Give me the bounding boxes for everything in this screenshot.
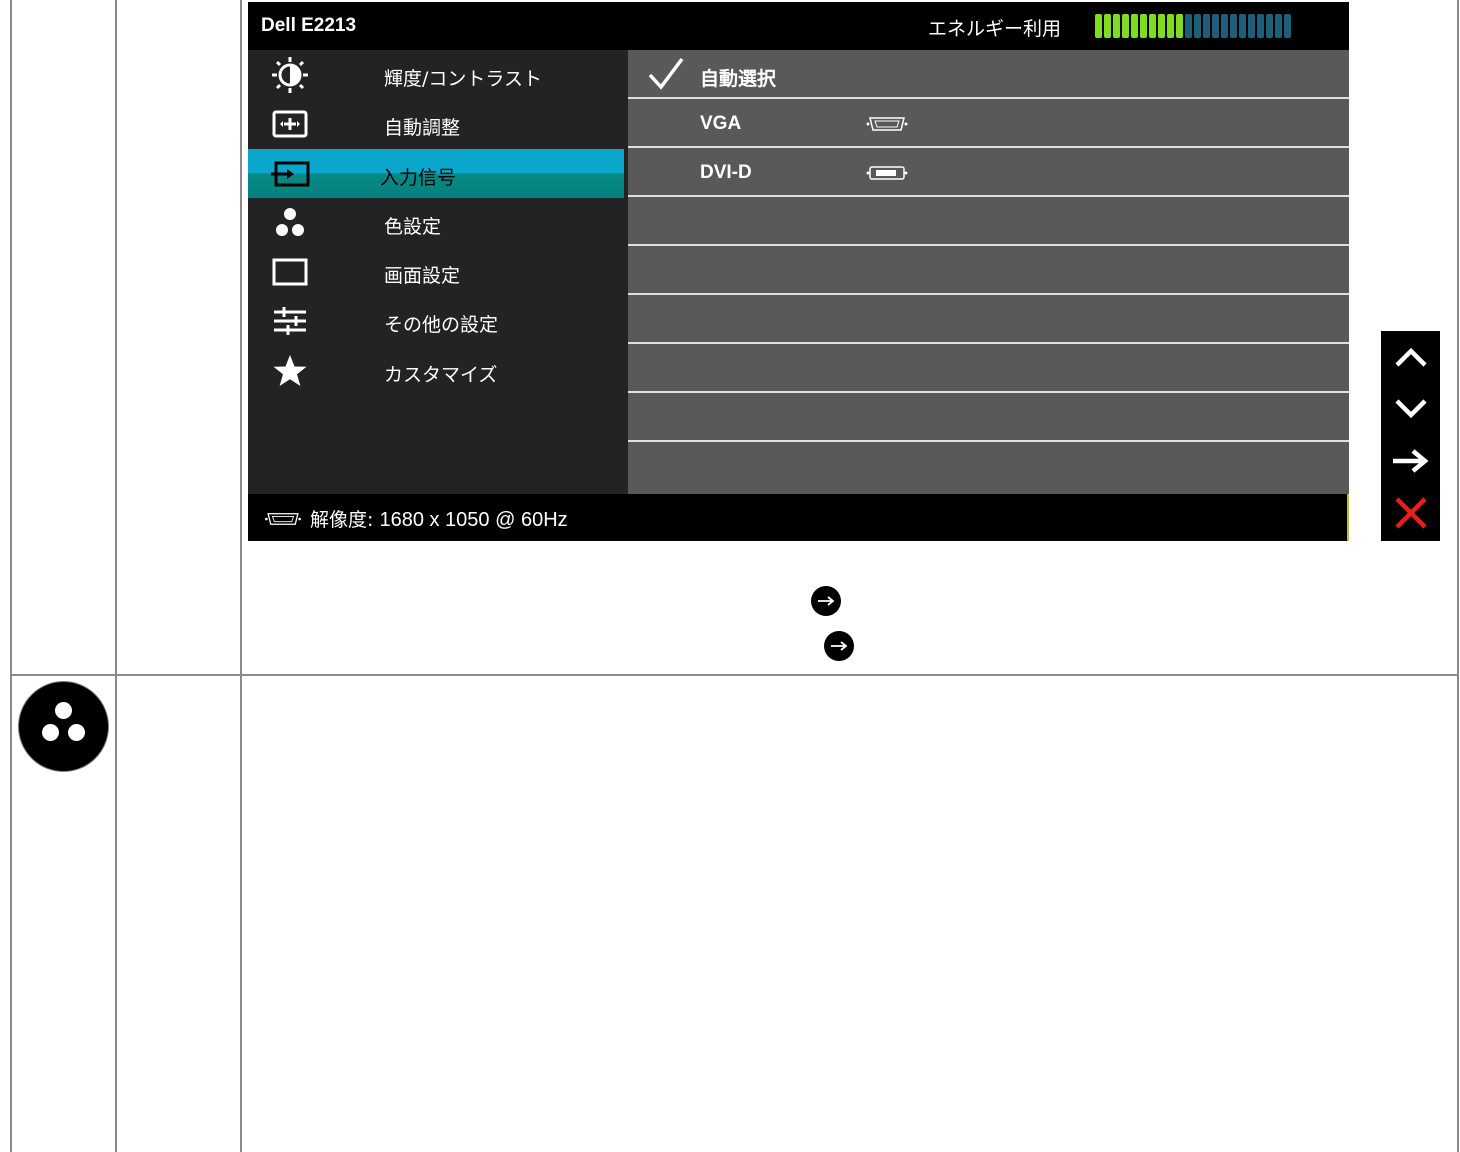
- monitor-button-panel: [1381, 331, 1440, 541]
- down-button[interactable]: [1381, 383, 1440, 435]
- checkmark-icon: [648, 57, 684, 90]
- energy-meter-segment: [1176, 14, 1183, 38]
- energy-meter-segment: [1122, 14, 1129, 38]
- resolution-label: 解像度:: [310, 509, 374, 531]
- osd-main-menu: 輝度/コントラスト 自動調整 入力信号 色設定 画面設定 その他の設定 カスタマ…: [248, 50, 626, 494]
- menu-item-label: 画面設定: [384, 265, 461, 287]
- dvi-connector-icon: [866, 166, 908, 180]
- energy-meter-segment: [1113, 14, 1120, 38]
- submenu-item-label: VGA: [700, 113, 742, 134]
- energy-meter-segment: [1185, 14, 1192, 38]
- submenu-item-label: 自動選択: [700, 68, 777, 90]
- arrow-right-icon: [824, 631, 854, 661]
- monitor-model: Dell E2213: [261, 15, 357, 36]
- energy-meter-segment: [1149, 14, 1156, 38]
- energy-meter-segment: [1212, 14, 1219, 38]
- menu-item-color-settings[interactable]: 色設定: [248, 198, 626, 247]
- menu-item-input-source[interactable]: 入力信号: [248, 149, 624, 198]
- table-row-divider: [10, 674, 1459, 676]
- energy-meter-segment: [1194, 14, 1201, 38]
- up-arrow-icon: [1394, 347, 1427, 367]
- energy-meter-segment: [1095, 14, 1102, 38]
- vga-connector-icon: [866, 117, 908, 131]
- osd-footer: 解像度: 1680 x 1050 @ 60Hz: [248, 494, 1349, 541]
- display-settings-icon: [270, 255, 310, 289]
- submenu-empty-row: [628, 295, 1349, 344]
- enter-button[interactable]: [1381, 435, 1440, 487]
- menu-item-auto-adjust[interactable]: 自動調整: [248, 99, 626, 148]
- table-border-col1: [115, 0, 117, 1152]
- submenu-empty-row: [628, 197, 1349, 246]
- submenu-item-label: DVI-D: [700, 162, 752, 183]
- energy-meter-segment: [1284, 14, 1291, 38]
- submenu-item-auto-select[interactable]: 自動選択: [628, 50, 1349, 99]
- star-icon: [270, 354, 310, 388]
- vga-connector-icon: [265, 513, 301, 525]
- menu-item-label: 入力信号: [380, 167, 457, 189]
- submenu-empty-row: [628, 442, 1349, 494]
- down-arrow-icon: [1394, 399, 1427, 419]
- energy-meter-segment: [1230, 14, 1237, 38]
- submenu-empty-row: [628, 344, 1349, 393]
- up-button[interactable]: [1381, 331, 1440, 383]
- energy-meter: [1095, 14, 1291, 38]
- submenu-empty-row: [628, 246, 1349, 295]
- other-settings-icon: [270, 304, 310, 338]
- arrow-right-icon: [811, 586, 841, 616]
- footer-accent: [1347, 494, 1349, 541]
- menu-item-label: 色設定: [384, 216, 442, 238]
- submenu-item-dvi-d[interactable]: DVI-D: [628, 148, 1349, 197]
- table-border-left: [10, 0, 12, 1152]
- osd-header: Dell E2213 エネルギー利用: [248, 2, 1349, 50]
- exit-button[interactable]: [1381, 487, 1440, 539]
- auto-adjust-icon: [270, 107, 310, 141]
- energy-meter-segment: [1131, 14, 1138, 38]
- menu-item-label: 自動調整: [384, 117, 461, 139]
- osd-submenu: 自動選択 VGA DVI-D: [628, 50, 1349, 494]
- close-icon: [1394, 497, 1427, 529]
- menu-item-brightness-contrast[interactable]: 輝度/コントラスト: [248, 50, 626, 99]
- menu-item-other-settings[interactable]: その他の設定: [248, 296, 626, 345]
- resolution-value: 1680 x 1050 @ 60Hz: [379, 509, 568, 531]
- energy-meter-segment: [1158, 14, 1165, 38]
- input-source-icon: [270, 157, 310, 191]
- osd-menu: Dell E2213 エネルギー利用 輝度/コントラスト 自動調整 入力信号 色…: [248, 2, 1349, 541]
- energy-meter-segment: [1239, 14, 1246, 38]
- energy-meter-segment: [1167, 14, 1174, 38]
- energy-meter-segment: [1104, 14, 1111, 38]
- menu-item-display-settings[interactable]: 画面設定: [248, 247, 626, 296]
- energy-use-label: エネルギー利用: [928, 18, 1062, 40]
- right-arrow-icon: [1392, 449, 1429, 473]
- menu-item-label: カスタマイズ: [384, 364, 498, 386]
- energy-meter-segment: [1203, 14, 1210, 38]
- energy-meter-segment: [1257, 14, 1264, 38]
- color-settings-icon: [270, 206, 310, 240]
- submenu-item-vga[interactable]: VGA: [628, 99, 1349, 148]
- energy-meter-segment: [1248, 14, 1255, 38]
- color-settings-icon: [18, 681, 109, 772]
- table-border-col2: [240, 0, 242, 1152]
- menu-item-customize[interactable]: カスタマイズ: [248, 346, 626, 395]
- submenu-empty-row: [628, 393, 1349, 442]
- energy-meter-segment: [1266, 14, 1273, 38]
- brightness-icon: [270, 57, 310, 93]
- table-border-right: [1457, 0, 1459, 1152]
- energy-meter-segment: [1275, 14, 1282, 38]
- menu-item-label: その他の設定: [384, 314, 499, 336]
- energy-meter-segment: [1221, 14, 1228, 38]
- menu-item-label: 輝度/コントラスト: [384, 68, 543, 90]
- energy-meter-segment: [1140, 14, 1147, 38]
- resolution-readout: 解像度: 1680 x 1050 @ 60Hz: [310, 505, 568, 532]
